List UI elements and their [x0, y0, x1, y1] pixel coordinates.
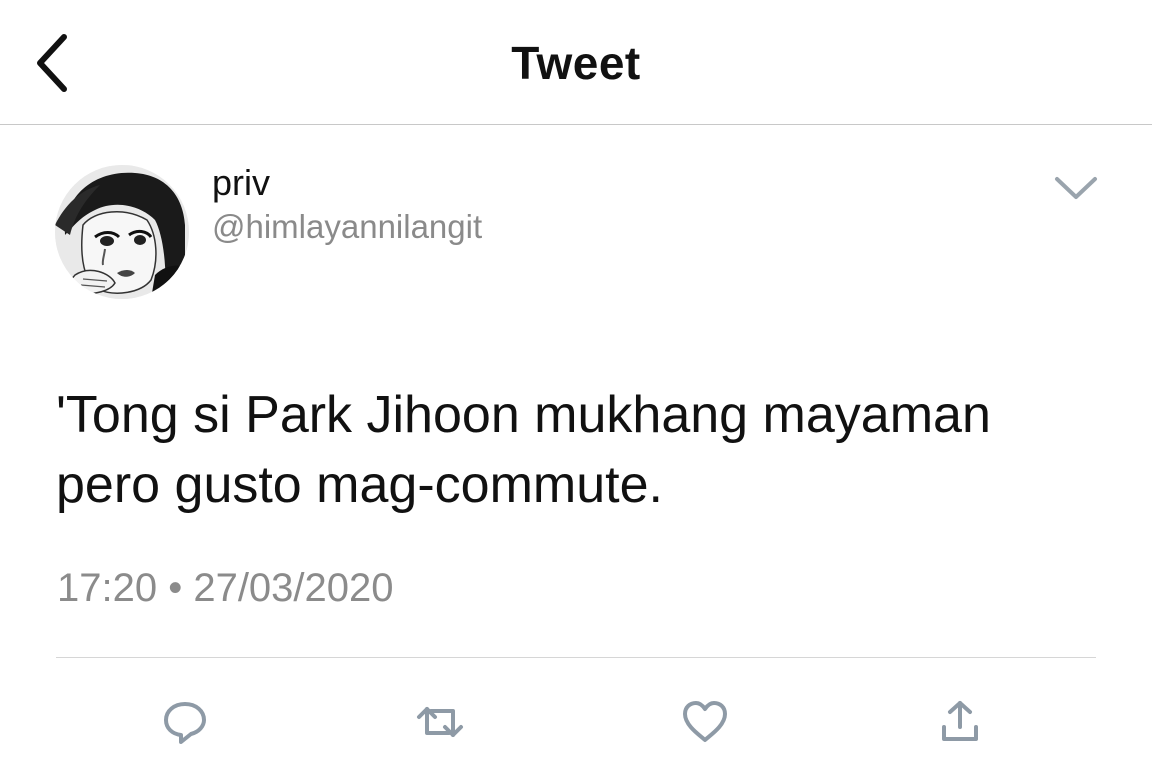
divider — [56, 657, 1096, 658]
heart-icon — [683, 701, 727, 742]
like-button[interactable] — [675, 692, 735, 752]
tweet-options-button[interactable] — [1048, 168, 1104, 208]
share-icon — [942, 701, 978, 741]
tweet-text-line: pero gusto mag-commute. — [56, 456, 663, 514]
top-nav-bar: Tweet — [0, 0, 1152, 125]
page-title: Tweet — [511, 37, 641, 89]
tweet-timestamp: 17:20 • 27/03/2020 — [57, 566, 394, 610]
chevron-down-icon — [1055, 177, 1097, 199]
tweet-text-line: 'Tong si Park Jihoon mukhang mayaman — [56, 386, 991, 444]
tweet-detail-screen: Tweet priv @himlayannilangit 'Tong si Pa… — [0, 0, 1152, 774]
reply-icon — [164, 702, 206, 744]
tweet-text: 'Tong si Park Jihoon mukhang mayaman per… — [56, 380, 1126, 520]
avatar-illustration — [55, 165, 189, 299]
retweet-button[interactable] — [410, 692, 470, 752]
reply-button[interactable] — [155, 692, 215, 752]
retweet-icon — [417, 707, 463, 737]
author-handle[interactable]: @himlayannilangit — [212, 208, 482, 246]
share-button[interactable] — [930, 692, 990, 752]
author-display-name[interactable]: priv — [212, 162, 270, 204]
avatar[interactable] — [55, 165, 189, 299]
